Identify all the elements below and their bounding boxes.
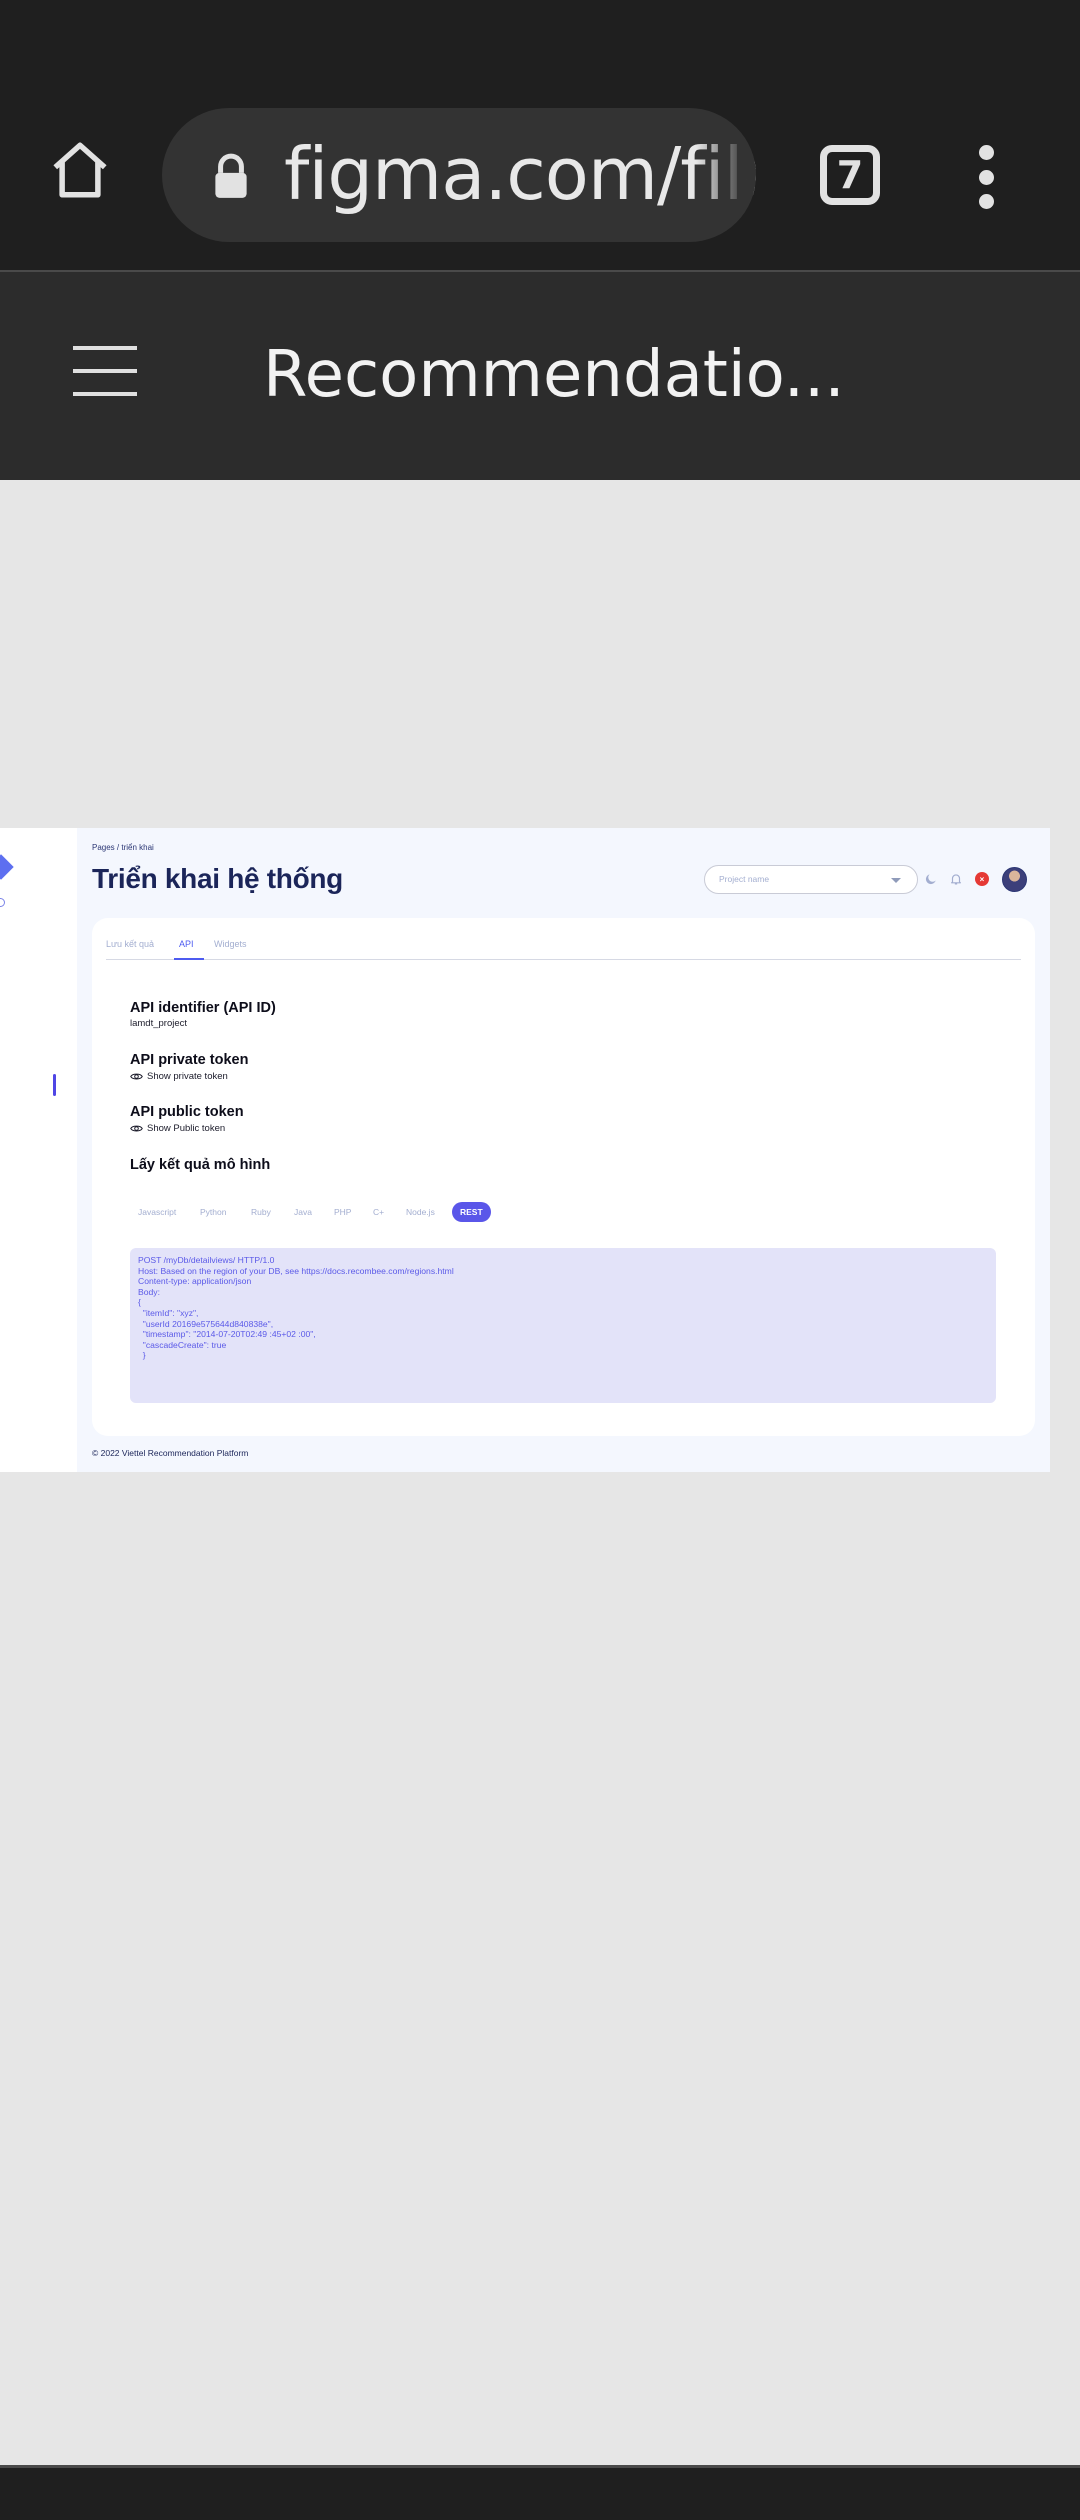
- hamburger-menu-icon[interactable]: [73, 346, 137, 396]
- moon-icon[interactable]: [924, 872, 938, 886]
- address-bar[interactable]: figma.com/file: [162, 108, 756, 242]
- eye-icon: [130, 1073, 143, 1080]
- url-text: figma.com/file: [284, 132, 756, 216]
- home-button[interactable]: [40, 130, 120, 210]
- project-select[interactable]: Project name: [704, 865, 918, 894]
- tab-api[interactable]: API: [179, 939, 194, 949]
- lang-tab-java[interactable]: Java: [294, 1202, 312, 1222]
- tab-luu-ket-qua[interactable]: Lưu kết quả: [106, 939, 154, 949]
- footer-copyright: © 2022 Viettel Recommendation Platform: [92, 1448, 249, 1458]
- code-line: }: [138, 1350, 146, 1361]
- lang-tab-php[interactable]: PHP: [334, 1202, 351, 1222]
- code-line: POST /myDb/detailviews/ HTTP/1.0: [138, 1255, 275, 1265]
- show-private-token-button[interactable]: Show private token: [130, 1071, 228, 1082]
- tab-count: 7: [836, 153, 864, 197]
- figma-toolbar: Recommendatio...: [0, 272, 1080, 480]
- tab-bar: Lưu kết quả API Widgets: [106, 930, 1021, 960]
- system-navigation-bar: [0, 2465, 1080, 2520]
- code-line: {: [138, 1297, 141, 1308]
- code-line: Body:: [138, 1286, 160, 1297]
- results-title: Lấy kết quả mô hình: [130, 1157, 271, 1173]
- api-card: Lưu kết quả API Widgets API identifier (…: [92, 918, 1035, 1436]
- design-frame: Pages / triển khai Triển khai hệ thống P…: [0, 828, 1050, 1472]
- show-public-token-button[interactable]: Show Public token: [130, 1123, 225, 1134]
- public-token-title: API public token: [130, 1104, 244, 1120]
- url-fade: [696, 108, 756, 242]
- project-select-placeholder: Project name: [719, 874, 770, 884]
- lang-tab-python[interactable]: Python: [200, 1202, 226, 1222]
- breadcrumb[interactable]: Pages / triển khai: [92, 843, 154, 852]
- sidebar-active-indicator: [53, 1074, 56, 1096]
- more-vert-icon[interactable]: [972, 145, 1000, 209]
- lock-icon: [215, 153, 247, 198]
- notification-badge[interactable]: ×: [975, 872, 989, 886]
- lang-tab-ruby[interactable]: Ruby: [251, 1202, 271, 1222]
- browser-top-bar: figma.com/file 7: [0, 0, 1080, 270]
- file-title[interactable]: Recommendatio...: [263, 338, 845, 412]
- avatar[interactable]: [1002, 867, 1027, 892]
- code-line: "userId 20169e575644d840838e",: [138, 1318, 274, 1329]
- lang-tab-rest[interactable]: REST: [452, 1202, 491, 1222]
- page-title: Triển khai hệ thống: [92, 863, 343, 894]
- code-line: Content-type: application/json: [138, 1276, 252, 1287]
- lang-tab-c[interactable]: C+: [373, 1202, 384, 1222]
- chevron-down-icon: [891, 878, 901, 883]
- active-tab-underline: [174, 958, 204, 960]
- sidebar-circle-icon: [0, 898, 5, 907]
- lang-tab-nodejs[interactable]: Node.js: [406, 1202, 435, 1222]
- logo-icon: [0, 854, 14, 880]
- code-line: Host: Based on the region of your DB, se…: [138, 1265, 454, 1276]
- sidebar: [0, 828, 77, 1472]
- tab-widgets[interactable]: Widgets: [214, 939, 247, 949]
- show-public-token-label: Show Public token: [147, 1123, 226, 1134]
- show-private-token-label: Show private token: [147, 1071, 228, 1082]
- bell-icon[interactable]: [949, 872, 963, 886]
- home-icon: [53, 142, 107, 198]
- private-token-title: API private token: [130, 1052, 249, 1068]
- api-id-title: API identifier (API ID): [130, 1000, 276, 1016]
- lang-tab-javascript[interactable]: Javascript: [138, 1202, 176, 1222]
- code-block[interactable]: POST /myDb/detailviews/ HTTP/1.0 Host: B…: [130, 1248, 996, 1403]
- eye-icon: [130, 1125, 143, 1132]
- code-line: "itemId": "xyz",: [138, 1307, 199, 1318]
- code-line: "timestamp": "2014-07-20T02:49 :45+02 :0…: [138, 1329, 316, 1340]
- code-line: "cascadeCreate": true: [138, 1339, 227, 1350]
- api-id-value: lamdt_project: [130, 1018, 188, 1029]
- tab-switcher-button[interactable]: 7: [820, 145, 880, 205]
